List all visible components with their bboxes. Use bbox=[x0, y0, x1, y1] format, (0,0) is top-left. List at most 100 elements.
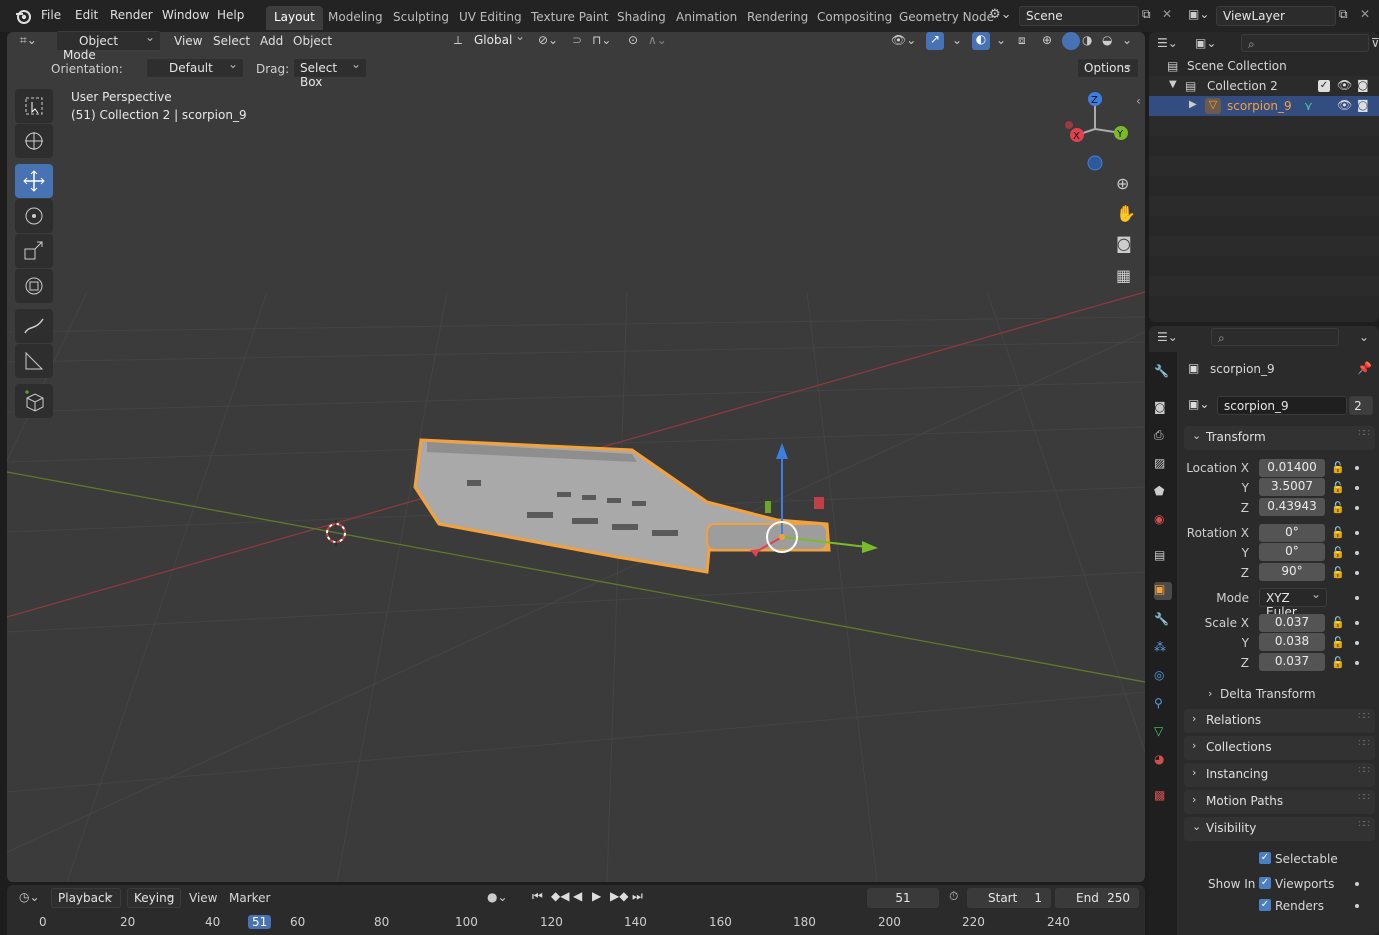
exclude-checkbox[interactable]: ✓ bbox=[1318, 80, 1330, 92]
keyframe-dot[interactable] bbox=[1355, 904, 1359, 908]
object-browse-icon[interactable]: ▣⌄ bbox=[1188, 397, 1209, 411]
play-reverse-icon[interactable]: ◀ bbox=[573, 889, 582, 903]
render-tab-icon[interactable]: ◙ bbox=[1154, 400, 1172, 418]
current-frame-field[interactable]: 51 bbox=[867, 888, 939, 908]
options-dropdown[interactable]: Options bbox=[1077, 57, 1139, 78]
wireframe-shading-icon[interactable]: ⊕ bbox=[1042, 33, 1052, 47]
tab-animation[interactable]: Animation bbox=[668, 6, 745, 30]
renders-checkbox[interactable]: ✓ bbox=[1259, 899, 1271, 911]
lock-icon[interactable]: 🔓 bbox=[1331, 546, 1345, 559]
rotation-z-field[interactable]: 90° bbox=[1259, 563, 1325, 581]
keyframe-dot[interactable] bbox=[1355, 596, 1359, 600]
measure-tool[interactable] bbox=[15, 344, 53, 378]
tab-shading[interactable]: Shading bbox=[609, 6, 674, 30]
instancing-panel-header[interactable]: › Instancing ∷∷ bbox=[1184, 763, 1375, 787]
3d-cursor-icon[interactable] bbox=[323, 520, 349, 546]
menu-render[interactable]: Render bbox=[110, 8, 153, 22]
navigation-gizmo[interactable]: Z Y X bbox=[1055, 87, 1135, 172]
rendered-shading-icon[interactable]: ◒ bbox=[1102, 33, 1112, 47]
perspective-toggle-icon[interactable]: ▦ bbox=[1116, 266, 1131, 285]
grip-icon[interactable]: ∷∷ bbox=[1358, 819, 1370, 830]
camera-view-icon[interactable]: ◙ bbox=[1116, 234, 1132, 253]
cursor-tool[interactable] bbox=[15, 124, 53, 158]
new-viewlayer-icon[interactable]: ⧉ bbox=[1339, 7, 1348, 22]
viewlayer-selector-icon[interactable]: ▣⌄ bbox=[1188, 7, 1209, 21]
add-menu[interactable]: Add bbox=[260, 34, 283, 48]
grip-icon[interactable]: ∷∷ bbox=[1358, 428, 1370, 439]
lock-icon[interactable]: 🔓 bbox=[1331, 636, 1345, 649]
play-icon[interactable]: ▶ bbox=[592, 889, 601, 903]
blender-logo-icon[interactable] bbox=[14, 7, 32, 28]
timeline-editor-icon[interactable]: ◷⌄ bbox=[19, 890, 40, 904]
viewports-checkbox[interactable]: ✓ bbox=[1259, 877, 1271, 889]
world-tab-icon[interactable]: ◉ bbox=[1154, 512, 1172, 530]
end-frame-field[interactable]: End 250 bbox=[1055, 888, 1139, 908]
chevron-right-icon[interactable]: › bbox=[1208, 687, 1212, 700]
expand-chevron-icon[interactable]: ▼ bbox=[1169, 79, 1177, 90]
xray-toggle-icon[interactable]: ⧈ bbox=[1018, 33, 1026, 48]
render-camera-icon[interactable]: ◙ bbox=[1357, 78, 1369, 92]
tool-tab-icon[interactable]: 🔧 bbox=[1154, 364, 1172, 382]
lock-icon[interactable]: 🔓 bbox=[1331, 616, 1345, 629]
collections-panel-header[interactable]: › Collections ∷∷ bbox=[1184, 736, 1375, 760]
keyframe-dot[interactable] bbox=[1355, 641, 1359, 645]
object-menu[interactable]: Object bbox=[293, 34, 332, 48]
render-camera-icon[interactable]: ◙ bbox=[1357, 98, 1369, 112]
start-frame-field[interactable]: Start 1 bbox=[967, 888, 1051, 908]
data-tab-icon[interactable]: ▽ bbox=[1154, 724, 1172, 742]
delete-scene-icon[interactable]: ✕ bbox=[1162, 7, 1172, 21]
rotate-tool[interactable] bbox=[15, 199, 53, 233]
display-mode-icon[interactable]: ▣⌄ bbox=[1195, 36, 1216, 50]
keyframe-dot[interactable] bbox=[1355, 506, 1359, 510]
grip-icon[interactable]: ∷∷ bbox=[1358, 738, 1370, 749]
view-menu[interactable]: View bbox=[174, 34, 202, 48]
timeline-view-menu[interactable]: View bbox=[189, 891, 217, 905]
gizmo-dropdown-icon[interactable]: ⌄ bbox=[952, 33, 962, 47]
scene-tab-icon[interactable]: ⬟ bbox=[1154, 484, 1172, 502]
tab-texture-paint[interactable]: Texture Paint bbox=[523, 6, 616, 30]
location-z-field[interactable]: 0.43943 bbox=[1259, 498, 1325, 516]
properties-editor-icon[interactable]: ☰⌄ bbox=[1157, 330, 1178, 344]
3d-viewport[interactable]: User Perspective (51) Collection 2 | sco… bbox=[7, 32, 1145, 882]
view-layer-tab-icon[interactable]: ▨ bbox=[1154, 456, 1172, 474]
material-tab-icon[interactable]: ◕ bbox=[1154, 752, 1172, 770]
keyframe-dot[interactable] bbox=[1355, 466, 1359, 470]
viewlayer-name-field[interactable]: ViewLayer bbox=[1216, 6, 1336, 26]
new-scene-icon[interactable]: ⧉ bbox=[1142, 7, 1151, 22]
material-shading-icon[interactable]: ◑ bbox=[1082, 33, 1092, 47]
constraints-tab-icon[interactable]: ⚲ bbox=[1154, 696, 1172, 714]
tab-compositing[interactable]: Compositing bbox=[809, 6, 900, 30]
outliner-row-object[interactable]: ▶ ▽ scorpion_9 ⋎ 👁 ◙ bbox=[1149, 96, 1379, 116]
jump-start-icon[interactable]: ⏮ bbox=[532, 889, 543, 904]
outliner-row-scene-collection[interactable]: ▤ Scene Collection bbox=[1149, 56, 1379, 76]
proportional-edit-icon[interactable]: ⊙ bbox=[628, 33, 638, 47]
move-tool[interactable] bbox=[15, 164, 53, 198]
prev-keyframe-icon[interactable]: ◆◀ bbox=[551, 889, 569, 903]
select-box-tool[interactable] bbox=[15, 89, 53, 123]
modifier-tab-icon[interactable]: 🔧 bbox=[1154, 612, 1172, 630]
gizmo-toggle-icon[interactable]: ↗ bbox=[926, 32, 944, 50]
tab-sculpting[interactable]: Sculpting bbox=[385, 6, 457, 30]
collection-tab-icon[interactable]: ▤ bbox=[1154, 548, 1172, 566]
solid-shading-icon[interactable] bbox=[1062, 32, 1080, 50]
object-data-name-field[interactable]: scorpion_9 bbox=[1217, 396, 1347, 415]
overlays-toggle-icon[interactable]: ◐ bbox=[972, 32, 990, 50]
tab-uv-editing[interactable]: UV Editing bbox=[451, 6, 530, 30]
transform-panel-header[interactable]: ⌄ Transform ∷∷ bbox=[1184, 426, 1375, 450]
timeline[interactable]: ◷⌄ Playback Keying View Marker ●⌄ ⏮ ◆◀ ◀… bbox=[7, 885, 1145, 935]
outliner-search-input[interactable]: ⌕ bbox=[1241, 34, 1369, 52]
rotation-y-field[interactable]: 0° bbox=[1259, 543, 1325, 561]
pin-icon[interactable]: 📌 bbox=[1357, 361, 1372, 375]
autokey-record-icon[interactable]: ●⌄ bbox=[487, 890, 508, 904]
lock-icon[interactable]: 🔓 bbox=[1331, 461, 1345, 474]
delete-viewlayer-icon[interactable]: ✕ bbox=[1360, 7, 1370, 21]
falloff-icon[interactable]: ∧⌄ bbox=[648, 33, 667, 47]
transform-orientation-dropdown[interactable]: Global bbox=[468, 29, 530, 51]
preview-range-icon[interactable]: ⏱ bbox=[949, 889, 958, 904]
jump-end-icon[interactable]: ⏭ bbox=[632, 889, 643, 904]
keyframe-dot[interactable] bbox=[1355, 621, 1359, 625]
scale-x-field[interactable]: 0.037 bbox=[1259, 614, 1325, 632]
editor-type-icon[interactable]: ⌗⌄ bbox=[20, 33, 37, 48]
outliner-row-collection[interactable]: ▼ ▤ Collection 2 ✓ 👁 ◙ bbox=[1149, 76, 1379, 96]
outliner-editor-icon[interactable]: ☰⌄ bbox=[1157, 36, 1178, 50]
